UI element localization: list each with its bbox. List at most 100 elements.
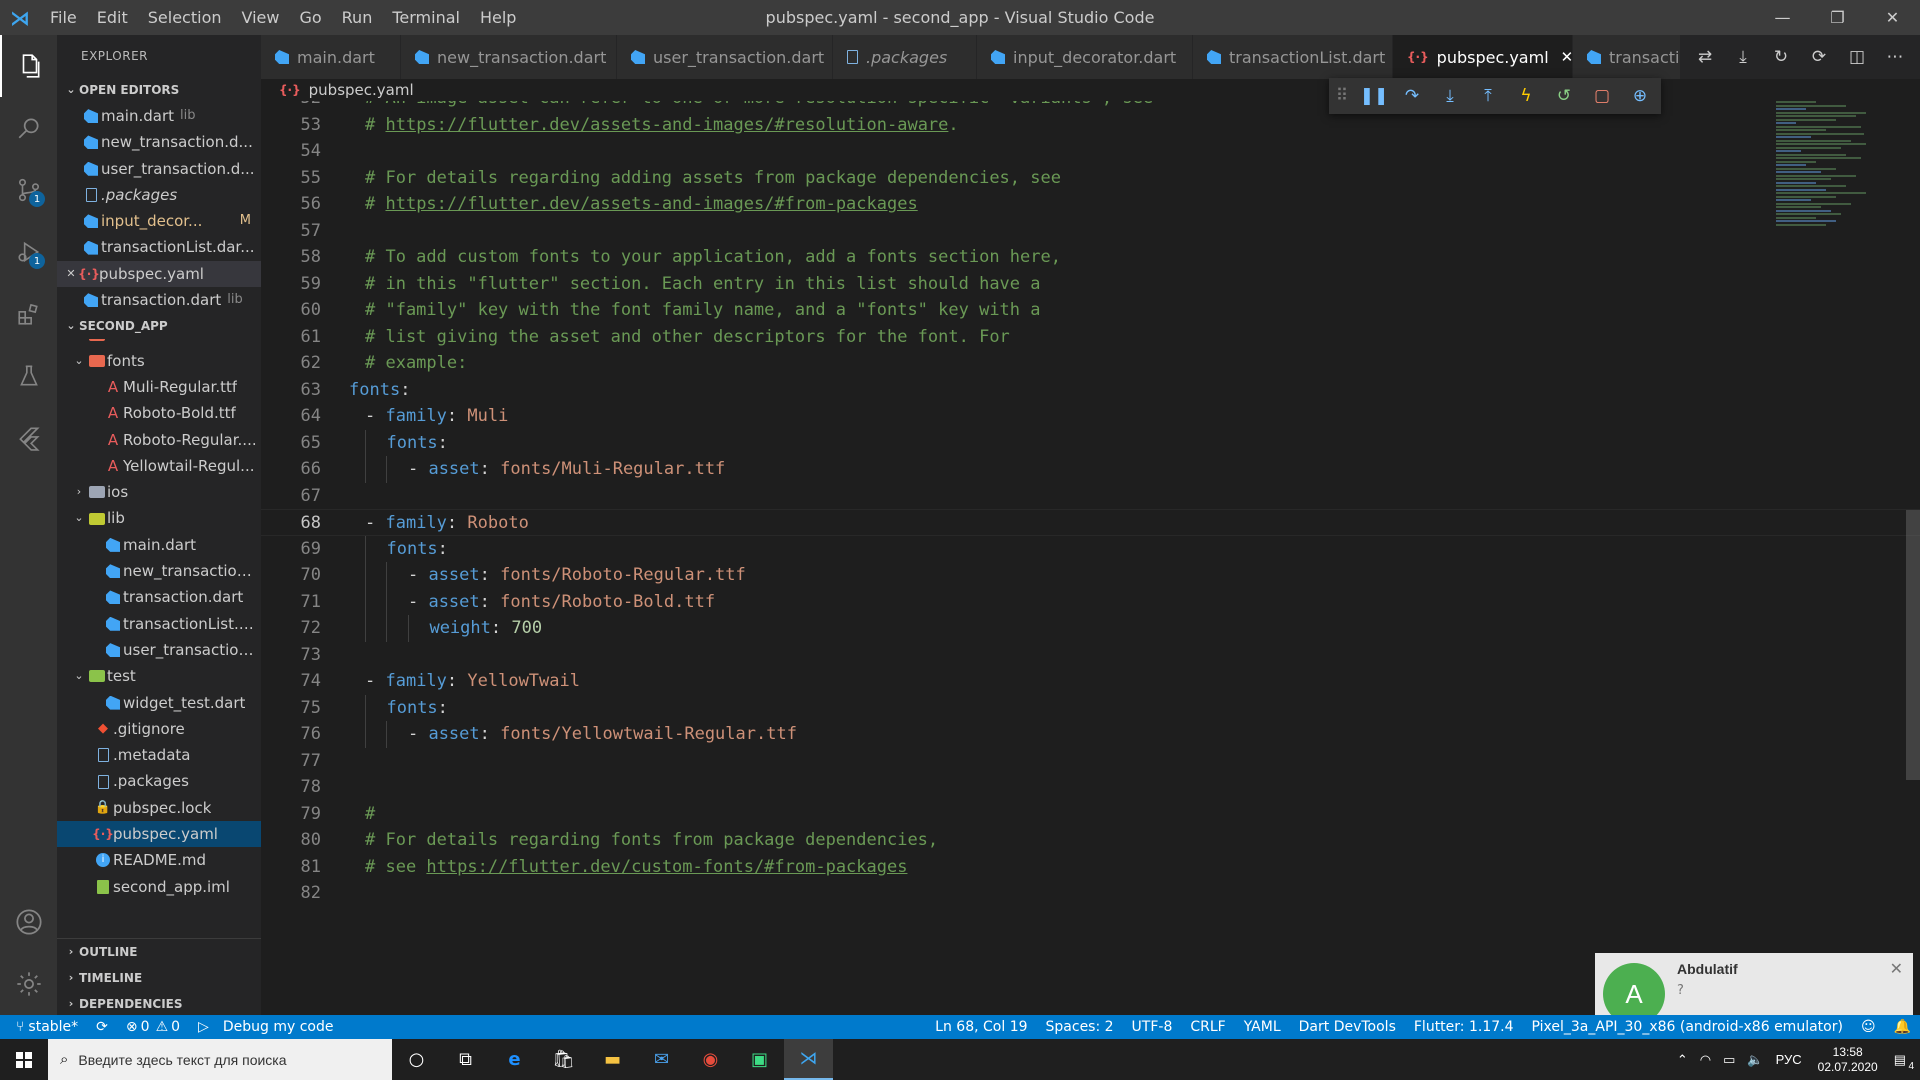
minimap[interactable] bbox=[1776, 101, 1896, 301]
step-over-icon[interactable]: ↷ bbox=[1393, 78, 1431, 114]
more-actions-icon[interactable]: ⋯ bbox=[1876, 47, 1914, 67]
minimize-button[interactable]: — bbox=[1755, 0, 1810, 35]
tree-folder-test[interactable]: ⌄ test bbox=[57, 663, 261, 689]
tree-file[interactable]: .packages bbox=[57, 768, 261, 794]
close-icon[interactable]: ✕ bbox=[1890, 959, 1903, 978]
cortana-icon[interactable]: ○ bbox=[392, 1039, 441, 1080]
tab-pubspec-yaml[interactable]: {·} pubspec.yaml ✕ bbox=[1393, 35, 1573, 79]
problems-status[interactable]: ⊗ 0 ⚠ 0 bbox=[117, 1015, 189, 1039]
menu-file[interactable]: File bbox=[40, 0, 87, 35]
open-editor-item[interactable]: new_transaction.d... bbox=[57, 129, 261, 155]
compare-icon[interactable]: ⇄ bbox=[1686, 47, 1724, 67]
tree-folder-build[interactable]: › build bbox=[57, 339, 261, 347]
feedback-icon[interactable]: ☺ bbox=[1852, 1015, 1885, 1039]
pause-icon[interactable]: ❚❚ bbox=[1355, 78, 1393, 114]
stop-icon[interactable]: ▢ bbox=[1583, 78, 1621, 114]
tab-new-transaction[interactable]: new_transaction.dart bbox=[401, 35, 617, 79]
close-icon[interactable]: ✕ bbox=[63, 261, 79, 287]
tree-file[interactable]: transactionList.d... bbox=[57, 611, 261, 637]
testing-flask-icon[interactable] bbox=[0, 345, 57, 407]
action-center-icon[interactable]: ▤ 4 bbox=[1888, 1052, 1920, 1072]
tree-file[interactable]: main.dart bbox=[57, 532, 261, 558]
tab-main-dart[interactable]: main.dart bbox=[261, 35, 401, 79]
clock[interactable]: 13:58 02.07.2020 bbox=[1808, 1045, 1888, 1075]
editor-scrollbar[interactable] bbox=[1906, 510, 1920, 780]
step-into-icon[interactable]: ⤓ bbox=[1431, 78, 1469, 114]
device-status[interactable]: Pixel_3a_API_30_x86 (android-x86 emulato… bbox=[1523, 1015, 1852, 1039]
flutter-icon[interactable] bbox=[0, 407, 57, 469]
open-editor-item[interactable]: transaction.dart lib bbox=[57, 287, 261, 313]
language-mode[interactable]: YAML bbox=[1235, 1015, 1290, 1039]
source-control-icon[interactable]: 1 bbox=[0, 159, 57, 221]
tree-folder-fonts[interactable]: ⌄ fonts bbox=[57, 348, 261, 374]
code-editor[interactable]: 52# An image asset can refer to one or m… bbox=[261, 101, 1920, 1015]
search-icon[interactable] bbox=[0, 97, 57, 159]
menu-selection[interactable]: Selection bbox=[138, 0, 232, 35]
drag-handle-icon[interactable]: ⠿ bbox=[1329, 78, 1355, 114]
vscode-taskbar-icon[interactable]: ⋊ bbox=[784, 1039, 833, 1080]
run-debug-icon[interactable]: 1 bbox=[0, 221, 57, 283]
wifi-icon[interactable]: ◠ bbox=[1694, 1052, 1717, 1068]
tree-file[interactable]: ◆ .gitignore bbox=[57, 716, 261, 742]
tab-packages[interactable]: .packages bbox=[833, 35, 977, 79]
cursor-position[interactable]: Ln 68, Col 19 bbox=[926, 1015, 1036, 1039]
edge-browser-icon[interactable]: e bbox=[490, 1039, 539, 1080]
explorer-icon[interactable] bbox=[0, 35, 57, 97]
breadcrumb[interactable]: {·} pubspec.yaml bbox=[261, 79, 1920, 101]
menu-go[interactable]: Go bbox=[289, 0, 331, 35]
tree-file[interactable]: A Roboto-Bold.ttf bbox=[57, 400, 261, 426]
open-editor-item[interactable]: user_transaction.d... bbox=[57, 156, 261, 182]
inspect-widget-icon[interactable]: ⊕ bbox=[1621, 78, 1659, 114]
mail-icon[interactable]: ✉ bbox=[637, 1039, 686, 1080]
chat-notification[interactable]: A Abdulatif ? ✕ bbox=[1595, 953, 1913, 1025]
settings-gear-icon[interactable] bbox=[0, 953, 57, 1015]
open-editor-item-active[interactable]: ✕ {·} pubspec.yaml bbox=[57, 260, 261, 288]
tree-file[interactable]: A Muli-Regular.ttf bbox=[57, 374, 261, 400]
menu-help[interactable]: Help bbox=[470, 0, 526, 35]
tree-file[interactable]: .metadata bbox=[57, 742, 261, 768]
menu-view[interactable]: View bbox=[232, 0, 290, 35]
debug-status[interactable]: ▷ Debug my code bbox=[189, 1015, 342, 1039]
input-language[interactable]: РУС bbox=[1770, 1052, 1808, 1067]
restore-button[interactable]: ❐ bbox=[1810, 0, 1865, 35]
chevron-up-icon[interactable]: ⌃ bbox=[1671, 1052, 1694, 1068]
tree-file[interactable]: i README.md bbox=[57, 847, 261, 873]
tree-file[interactable]: new_transaction.... bbox=[57, 558, 261, 584]
file-explorer-icon[interactable]: ▬ bbox=[588, 1039, 637, 1080]
volume-icon[interactable]: 🔈 bbox=[1741, 1052, 1769, 1068]
tree-folder-lib[interactable]: ⌄ lib bbox=[57, 505, 261, 531]
eol-status[interactable]: CRLF bbox=[1181, 1015, 1234, 1039]
notifications-bell-icon[interactable]: 🔔 bbox=[1885, 1015, 1920, 1039]
open-editor-item[interactable]: main.dart lib bbox=[57, 103, 261, 129]
sync-icon[interactable]: ⟳ bbox=[87, 1015, 117, 1039]
code-link[interactable]: https://flutter.dev/assets-and-images/#f… bbox=[385, 194, 917, 214]
dependencies-header[interactable]: › DEPENDENCIES bbox=[57, 991, 261, 1015]
tree-file[interactable]: second_app.iml bbox=[57, 874, 261, 900]
branch-status[interactable]: ⑂ stable* bbox=[0, 1015, 87, 1039]
project-header[interactable]: ⌄ SECOND_APP bbox=[57, 313, 261, 339]
timeline-header[interactable]: › TIMELINE bbox=[57, 965, 261, 991]
step-out-icon[interactable]: ⤒ bbox=[1469, 78, 1507, 114]
hot-restart-icon[interactable]: ⟳ bbox=[1800, 47, 1838, 67]
split-editor-icon[interactable]: ◫ bbox=[1838, 47, 1876, 67]
open-editor-item[interactable]: transactionList.dar... bbox=[57, 234, 261, 260]
dart-devtools[interactable]: Dart DevTools bbox=[1290, 1015, 1405, 1039]
open-editor-item[interactable]: input_decor... M bbox=[57, 208, 261, 234]
android-studio-icon[interactable]: ▣ bbox=[735, 1039, 784, 1080]
taskbar-search[interactable]: ⌕ Введите здесь текст для поиска bbox=[48, 1039, 392, 1080]
store-icon[interactable]: 🛍 bbox=[539, 1039, 588, 1080]
tab-input-decorator[interactable]: input_decorator.dart bbox=[977, 35, 1193, 79]
tree-file[interactable]: user_transaction.... bbox=[57, 637, 261, 663]
task-view-icon[interactable]: ⧉ bbox=[441, 1039, 490, 1080]
tree-file[interactable]: widget_test.dart bbox=[57, 690, 261, 716]
refresh-icon[interactable]: ↻ bbox=[1762, 47, 1800, 67]
chrome-icon[interactable]: ◉ bbox=[686, 1039, 735, 1080]
tab-transaction[interactable]: transactior bbox=[1573, 35, 1693, 79]
extensions-icon[interactable] bbox=[0, 283, 57, 345]
open-editor-item[interactable]: .packages bbox=[57, 182, 261, 208]
battery-icon[interactable]: ▭ bbox=[1717, 1052, 1741, 1068]
restart-icon[interactable]: ↺ bbox=[1545, 78, 1583, 114]
download-icon[interactable]: ⤓ bbox=[1724, 47, 1762, 67]
tree-file[interactable]: A Yellowtail-Regul... bbox=[57, 453, 261, 479]
account-icon[interactable] bbox=[0, 891, 57, 953]
